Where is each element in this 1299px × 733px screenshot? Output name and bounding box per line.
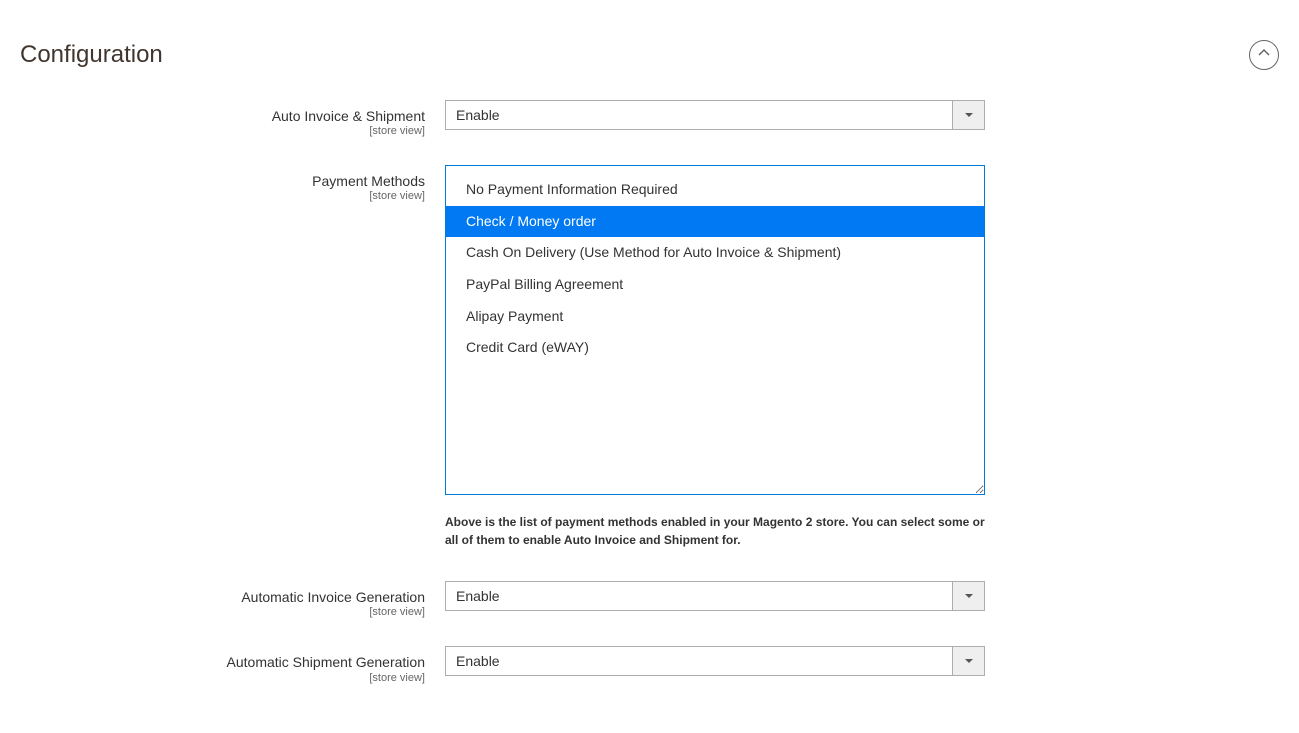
control-col: Enable <box>445 581 985 611</box>
payment-method-option[interactable]: Credit Card (eWAY) <box>446 332 984 364</box>
caret-down-icon <box>965 106 973 124</box>
dropdown-caret <box>952 101 984 129</box>
dropdown-caret <box>952 647 984 675</box>
caret-down-icon <box>965 587 973 605</box>
payment-methods-hint: Above is the list of payment methods ena… <box>445 513 985 549</box>
field-auto-shipment-gen: Automatic Shipment Generation [store vie… <box>20 646 1279 683</box>
chevron-up-icon <box>1258 46 1270 64</box>
scope-label: [store view] <box>20 672 425 684</box>
label-col: Automatic Shipment Generation [store vie… <box>20 646 445 683</box>
scope-label: [store view] <box>20 125 425 137</box>
payment-methods-multiselect[interactable]: No Payment Information RequiredCheck / M… <box>445 165 985 495</box>
auto-shipment-gen-select[interactable]: Enable <box>445 646 985 676</box>
scope-label: [store view] <box>20 606 425 618</box>
payment-method-option[interactable]: PayPal Billing Agreement <box>446 269 984 301</box>
caret-down-icon <box>965 652 973 670</box>
field-label: Automatic Shipment Generation <box>20 653 425 671</box>
label-col: Auto Invoice & Shipment [store view] <box>20 100 445 137</box>
payment-method-option[interactable]: Check / Money order <box>446 206 984 238</box>
payment-method-option[interactable]: Cash On Delivery (Use Method for Auto In… <box>446 237 984 269</box>
field-label: Auto Invoice & Shipment <box>20 107 425 125</box>
field-payment-methods: Payment Methods [store view] No Payment … <box>20 165 1279 495</box>
control-col: Enable <box>445 646 985 676</box>
select-value: Enable <box>446 647 952 675</box>
control-col: Enable <box>445 100 985 130</box>
select-value: Enable <box>446 101 952 129</box>
section-title: Configuration <box>20 41 163 69</box>
label-col: Payment Methods [store view] <box>20 165 445 202</box>
label-col: Automatic Invoice Generation [store view… <box>20 581 445 618</box>
collapse-button[interactable] <box>1249 40 1279 70</box>
field-label: Payment Methods <box>20 172 425 190</box>
section-header: Configuration <box>20 20 1279 100</box>
scope-label: [store view] <box>20 190 425 202</box>
select-value: Enable <box>446 582 952 610</box>
payment-methods-hint-row: Above is the list of payment methods ena… <box>20 503 1279 549</box>
auto-invoice-gen-select[interactable]: Enable <box>445 581 985 611</box>
auto-invoice-shipment-select[interactable]: Enable <box>445 100 985 130</box>
field-auto-invoice-gen: Automatic Invoice Generation [store view… <box>20 581 1279 618</box>
payment-method-option[interactable]: No Payment Information Required <box>446 174 984 206</box>
control-col: No Payment Information RequiredCheck / M… <box>445 165 985 495</box>
field-auto-invoice-shipment: Auto Invoice & Shipment [store view] Ena… <box>20 100 1279 137</box>
dropdown-caret <box>952 582 984 610</box>
payment-method-option[interactable]: Alipay Payment <box>446 301 984 333</box>
field-label: Automatic Invoice Generation <box>20 588 425 606</box>
